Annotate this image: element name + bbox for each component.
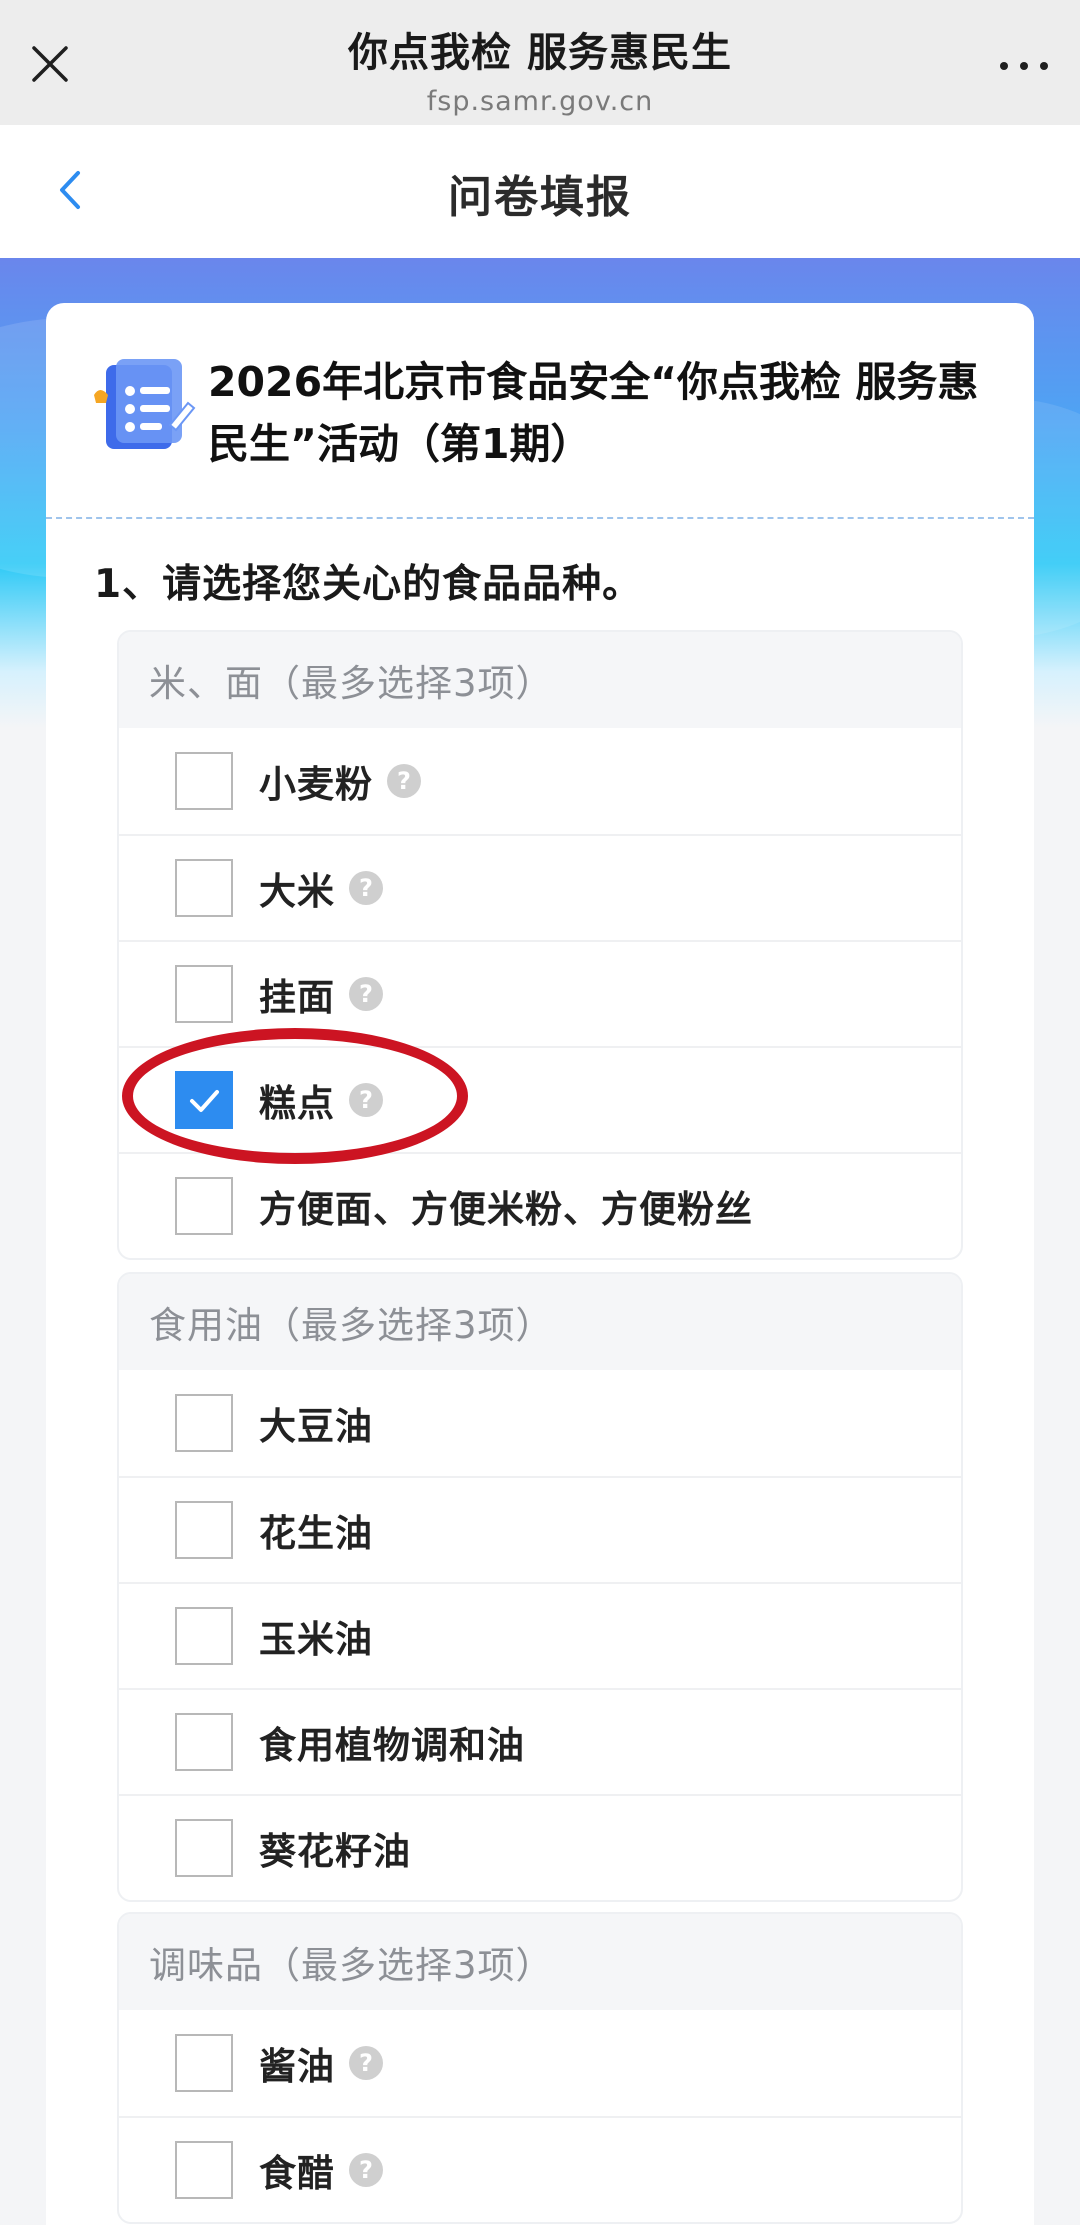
more-icon-dot <box>1000 62 1008 70</box>
option-label: 食醋 <box>259 2152 335 2195</box>
question-text: 1、请选择您关心的食品品种。 <box>94 562 643 607</box>
checkbox[interactable] <box>175 1501 233 1559</box>
checkbox-checked[interactable] <box>175 1071 233 1129</box>
question-mark-icon[interactable]: ? <box>349 1083 383 1117</box>
checkbox[interactable] <box>175 1394 233 1452</box>
option-row[interactable]: 小麦粉? <box>119 728 961 834</box>
option-row[interactable]: 食醋? <box>119 2116 961 2222</box>
option-row[interactable]: 酱油? <box>119 2010 961 2116</box>
more-icon-dot <box>1020 62 1028 70</box>
option-label: 方便面、方便米粉、方便粉丝 <box>259 1188 753 1231</box>
group-header: 米、面（最多选择3项） <box>119 632 961 728</box>
option-row[interactable]: 食用植物调和油 <box>119 1688 961 1794</box>
option-row[interactable]: 方便面、方便米粉、方便粉丝 <box>119 1152 961 1258</box>
question-mark-icon[interactable]: ? <box>349 2046 383 2080</box>
option-label: 玉米油 <box>259 1618 373 1661</box>
checkbox[interactable] <box>175 965 233 1023</box>
header-divider <box>46 517 1034 519</box>
option-row[interactable]: 花生油 <box>119 1476 961 1582</box>
option-row[interactable]: 大米? <box>119 834 961 940</box>
option-label: 花生油 <box>259 1512 373 1555</box>
more-icon-dot <box>1040 62 1048 70</box>
option-row[interactable]: 糕点? <box>119 1046 961 1152</box>
option-row[interactable]: 玉米油 <box>119 1582 961 1688</box>
checkbox[interactable] <box>175 1607 233 1665</box>
option-group: 米、面（最多选择3项） 小麦粉? 大米? 挂面? 糕点? 方便面、方便米粉、方便粉丝 <box>117 630 963 1260</box>
question-mark-icon[interactable]: ? <box>349 871 383 905</box>
question-mark-icon[interactable]: ? <box>349 2153 383 2187</box>
nav-title: 问卷填报 <box>448 172 632 223</box>
option-label: 食用植物调和油 <box>259 1724 525 1767</box>
nav-bar: 问卷填报 <box>0 125 1080 258</box>
checkmark-icon <box>190 1090 219 1112</box>
checkbox[interactable] <box>175 1177 233 1235</box>
option-label: 糕点 <box>259 1082 335 1125</box>
page-main-title: 你点我检 服务惠民生 <box>348 30 732 76</box>
option-row[interactable]: 葵花籽油 <box>119 1794 961 1900</box>
checkbox[interactable] <box>175 2034 233 2092</box>
option-group: 调味品（最多选择3项） 酱油? 食醋? <box>117 1912 963 2224</box>
option-label: 大豆油 <box>259 1405 373 1448</box>
question-mark-icon[interactable]: ? <box>387 764 421 798</box>
option-label: 葵花籽油 <box>259 1830 411 1873</box>
group-header: 食用油（最多选择3项） <box>119 1274 961 1370</box>
top-bar: 你点我检 服务惠民生 fsp.samr.gov.cn <box>0 0 1080 125</box>
checkbox[interactable] <box>175 752 233 810</box>
page-url: fsp.samr.gov.cn <box>426 86 654 117</box>
option-label: 小麦粉 <box>259 763 373 806</box>
option-group: 食用油（最多选择3项） 大豆油花生油玉米油食用植物调和油 葵花籽油 <box>117 1272 963 1902</box>
checkbox[interactable] <box>175 859 233 917</box>
option-label: 大米 <box>259 870 335 913</box>
checkbox[interactable] <box>175 1819 233 1877</box>
title-block: 你点我检 服务惠民生 fsp.samr.gov.cn <box>0 20 1080 117</box>
option-label: 挂面 <box>259 976 335 1019</box>
question-mark-icon[interactable]: ? <box>349 977 383 1011</box>
survey-header: 2026年北京市食品安全“你点我检 服务惠民生”活动（第1期） <box>46 303 1034 518</box>
checkbox[interactable] <box>175 2141 233 2199</box>
survey-title: 2026年北京市食品安全“你点我检 服务惠民生”活动（第1期） <box>208 358 979 468</box>
option-row[interactable]: 大豆油 <box>119 1370 961 1476</box>
checkbox[interactable] <box>175 1713 233 1771</box>
survey-document-icon <box>94 359 196 449</box>
more-button[interactable] <box>996 46 1052 86</box>
group-header: 调味品（最多选择3项） <box>119 1914 961 2010</box>
option-label: 酱油 <box>259 2045 335 2088</box>
option-row[interactable]: 挂面? <box>119 940 961 1046</box>
